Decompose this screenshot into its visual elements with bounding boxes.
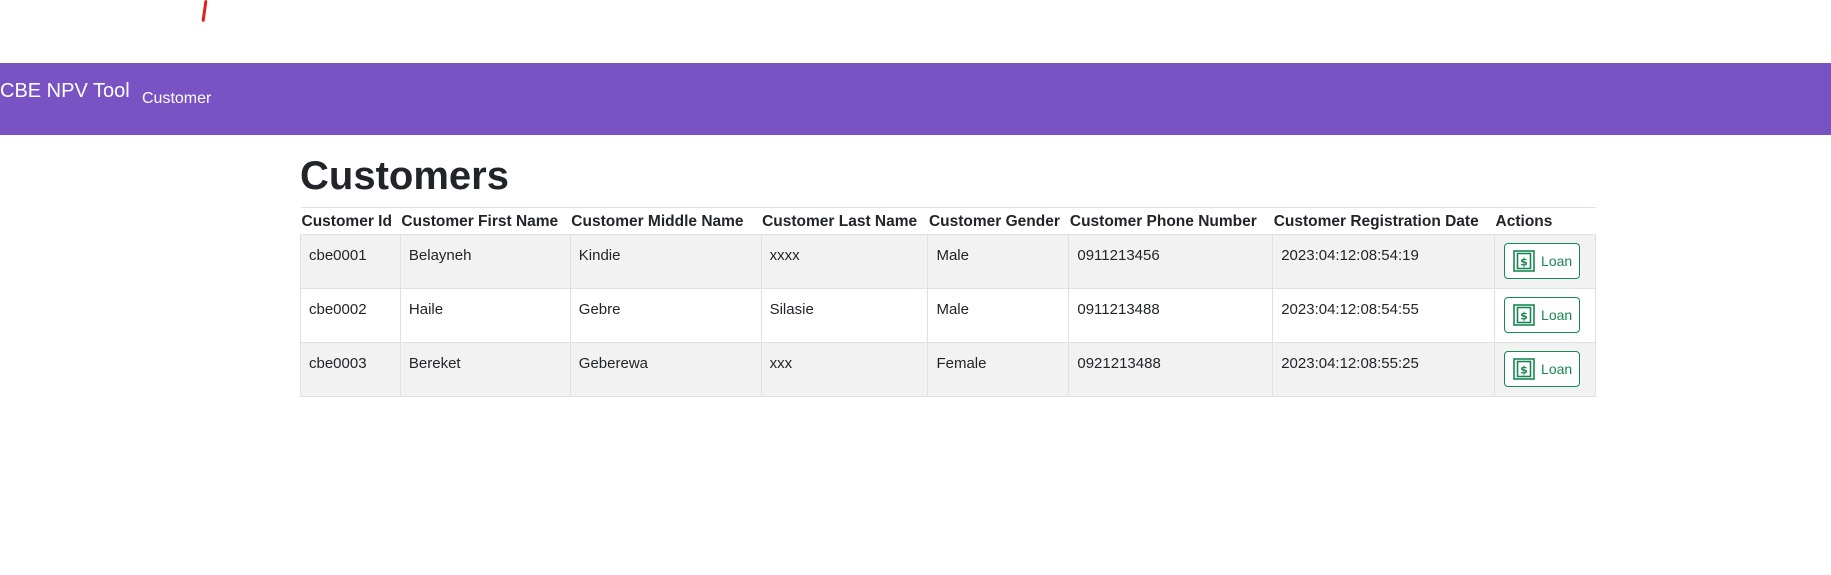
cell-actions: $ Loan — [1494, 234, 1596, 289]
cell-last-name: xxx — [760, 342, 929, 397]
cell-actions: $ Loan — [1494, 288, 1596, 343]
header-actions: Actions — [1494, 207, 1596, 235]
cell-last-name: Silasie — [760, 288, 929, 343]
table-row: cbe0002 Haile Gebre Silasie Male 0911213… — [300, 288, 1596, 343]
loan-button[interactable]: $ Loan — [1504, 297, 1581, 333]
loan-button-label: Loan — [1541, 253, 1573, 269]
loan-button-label: Loan — [1541, 361, 1573, 377]
cell-first-name: Haile — [399, 288, 571, 343]
cell-middle-name: Geberewa — [569, 342, 762, 397]
cell-actions: $ Loan — [1494, 342, 1596, 397]
svg-text:$: $ — [1520, 310, 1528, 323]
cash-dollar-icon: $ — [1513, 304, 1535, 326]
header-customer-id: Customer Id — [300, 207, 401, 235]
header-gender: Customer Gender — [927, 207, 1069, 235]
cell-gender: Male — [927, 234, 1070, 289]
cell-last-name: xxxx — [760, 234, 929, 289]
cell-middle-name: Gebre — [569, 288, 762, 343]
cell-customer-id: cbe0001 — [300, 234, 401, 289]
cash-dollar-icon: $ — [1513, 250, 1535, 272]
header-registration-date: Customer Registration Date — [1272, 207, 1495, 235]
header-first-name: Customer First Name — [400, 207, 571, 235]
cell-phone: 0911213488 — [1068, 288, 1274, 343]
cell-customer-id: cbe0003 — [300, 342, 401, 397]
cash-dollar-icon: $ — [1513, 358, 1535, 380]
svg-text:$: $ — [1520, 256, 1528, 269]
cell-registration-date: 2023:04:12:08:55:25 — [1272, 342, 1496, 397]
navbar-brand[interactable]: CBE NPV Tool — [0, 80, 130, 103]
cell-registration-date: 2023:04:12:08:54:55 — [1272, 288, 1496, 343]
table-row: cbe0003 Bereket Geberewa xxx Female 0921… — [300, 342, 1596, 397]
header-middle-name: Customer Middle Name — [570, 207, 762, 235]
loan-button[interactable]: $ Loan — [1504, 351, 1581, 387]
cell-first-name: Bereket — [399, 342, 571, 397]
nav-link-customer[interactable]: Customer — [142, 90, 211, 108]
cell-registration-date: 2023:04:12:08:54:19 — [1272, 234, 1496, 289]
header-phone-number: Customer Phone Number — [1068, 207, 1273, 235]
red-pen-mark — [201, 0, 208, 23]
table-header-row: Customer Id Customer First Name Customer… — [300, 207, 1596, 235]
table-row: cbe0001 Belayneh Kindie xxxx Male 091121… — [300, 234, 1596, 289]
cell-first-name: Belayneh — [399, 234, 571, 289]
svg-text:$: $ — [1520, 364, 1528, 377]
cell-phone: 0921213488 — [1068, 342, 1274, 397]
navbar: CBE NPV Tool Customer — [0, 63, 1831, 135]
cell-middle-name: Kindie — [569, 234, 762, 289]
loan-button-label: Loan — [1541, 307, 1573, 323]
header-last-name: Customer Last Name — [761, 207, 928, 235]
cell-phone: 0911213456 — [1068, 234, 1274, 289]
page-title: Customers — [300, 154, 509, 198]
loan-button[interactable]: $ Loan — [1504, 243, 1581, 279]
cell-gender: Male — [927, 288, 1070, 343]
cell-customer-id: cbe0002 — [300, 288, 401, 343]
cell-gender: Female — [927, 342, 1070, 397]
customers-table: Customer Id Customer First Name Customer… — [300, 207, 1596, 397]
